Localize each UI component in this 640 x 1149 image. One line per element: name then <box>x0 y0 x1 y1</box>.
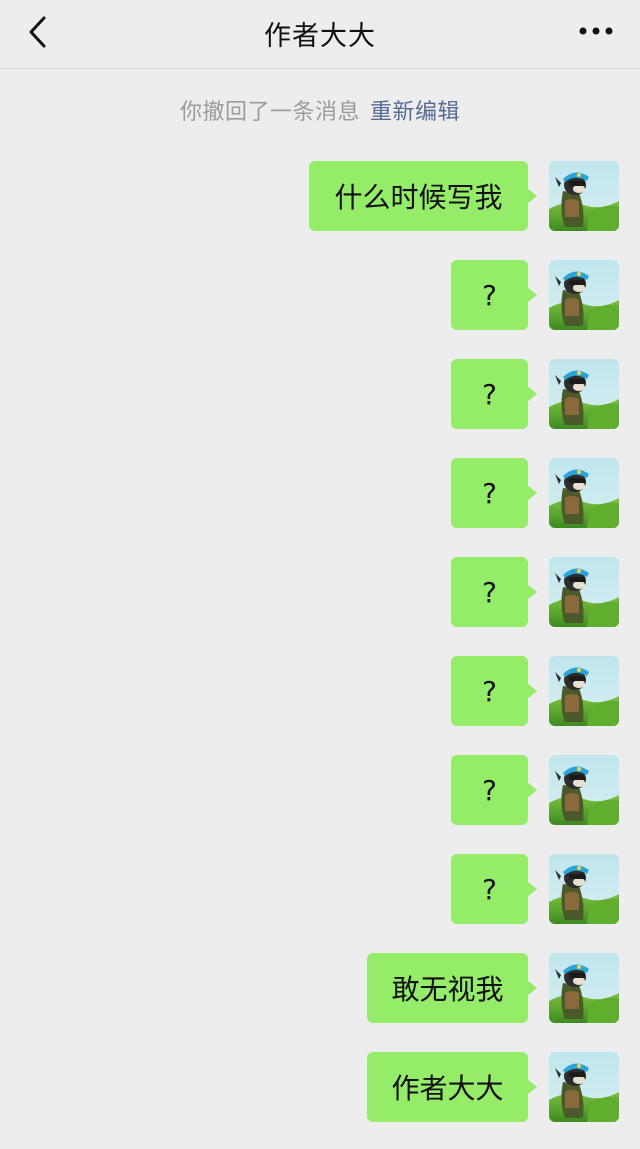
more-horizontal-icon <box>579 27 613 35</box>
message-row: 什么时候写我 <box>309 161 619 231</box>
message-bubble[interactable]: ? <box>451 260 537 330</box>
message-row: ? <box>451 359 619 429</box>
avatar[interactable] <box>549 656 619 726</box>
message-bubble[interactable]: ? <box>451 557 537 627</box>
message-bubble[interactable]: ? <box>451 458 537 528</box>
message-row: ? <box>451 557 619 627</box>
avatar[interactable] <box>549 359 619 429</box>
message-row: ? <box>451 755 619 825</box>
avatar[interactable] <box>549 260 619 330</box>
message-row: ? <box>451 260 619 330</box>
message-bubble[interactable]: 敢无视我 <box>367 953 537 1023</box>
message-row: ? <box>451 854 619 924</box>
message-bubble[interactable]: ? <box>451 854 537 924</box>
chat-title: 作者大大 <box>264 21 376 52</box>
re-edit-link[interactable]: 重新编辑 <box>370 100 460 125</box>
avatar[interactable] <box>549 161 619 231</box>
avatar[interactable] <box>549 557 619 627</box>
message-row: 作者大大 <box>367 1052 619 1122</box>
recall-notice-text: 你撤回了一条消息 <box>179 100 360 125</box>
message-bubble[interactable]: ? <box>451 656 537 726</box>
message-bubble[interactable]: ? <box>451 359 537 429</box>
avatar[interactable] <box>549 854 619 924</box>
recall-notice: 你撤回了一条消息 重新编辑 <box>0 94 640 126</box>
avatar[interactable] <box>549 953 619 1023</box>
avatar[interactable] <box>549 458 619 528</box>
avatar[interactable] <box>549 1052 619 1122</box>
message-bubble[interactable]: 什么时候写我 <box>309 161 537 231</box>
message-row: ? <box>451 458 619 528</box>
message-bubble[interactable]: ? <box>451 755 537 825</box>
message-row: ? <box>451 656 619 726</box>
avatar[interactable] <box>549 755 619 825</box>
navigation-bar: 作者大大 <box>0 0 640 69</box>
more-button[interactable] <box>576 16 616 46</box>
message-row: 敢无视我 <box>367 953 619 1023</box>
message-bubble[interactable]: 作者大大 <box>367 1052 537 1122</box>
